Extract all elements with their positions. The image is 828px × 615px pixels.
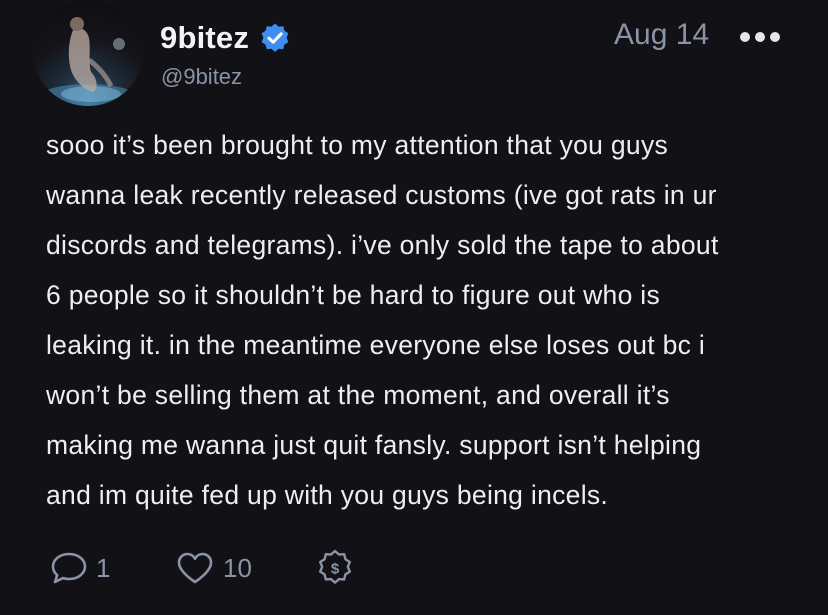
more-dot-icon — [770, 32, 780, 42]
avatar-photo — [38, 17, 138, 106]
heart-icon — [177, 552, 213, 584]
comment-button[interactable]: 1 — [50, 550, 175, 586]
post-body-line: discords and telegrams). i’ve only sold … — [46, 230, 719, 260]
verified-badge-icon — [261, 23, 289, 52]
post-date: Aug 14 — [614, 18, 710, 51]
post-body-line: leaking it. in the meantime everyone els… — [46, 330, 706, 360]
post-body: sooo it’s been brought to my attention t… — [46, 120, 816, 520]
comment-count: 1 — [96, 552, 111, 583]
author-name-row: 9bitez — [160, 18, 291, 58]
comment-icon — [51, 552, 87, 584]
like-count: 10 — [223, 552, 252, 583]
avatar[interactable] — [33, 0, 143, 106]
tip-button[interactable]: $ — [315, 548, 355, 588]
tip-dollar-icon: $ — [319, 549, 351, 584]
post-body-line: wanna leak recently released customs (iv… — [46, 180, 717, 210]
post-body-line: sooo it’s been brought to my attention t… — [46, 130, 669, 160]
more-dot-icon — [755, 32, 765, 42]
post-body-line: and im quite fed up with you guys being … — [46, 480, 609, 510]
author-handle[interactable]: @9bitez — [161, 64, 242, 90]
post-body-line: making me wanna just quit fansly. suppor… — [46, 430, 702, 460]
post-actions: 1 10 $ — [50, 549, 355, 587]
more-dot-icon — [740, 32, 750, 42]
post-body-line: 6 people so it shouldn’t be hard to figu… — [46, 280, 661, 310]
more-options-button[interactable] — [740, 29, 780, 45]
like-button[interactable]: 10 — [175, 550, 315, 586]
post-body-line: won’t be selling them at the moment, and… — [46, 380, 670, 410]
author-display-name[interactable]: 9bitez — [160, 20, 249, 56]
svg-text:$: $ — [331, 561, 340, 578]
